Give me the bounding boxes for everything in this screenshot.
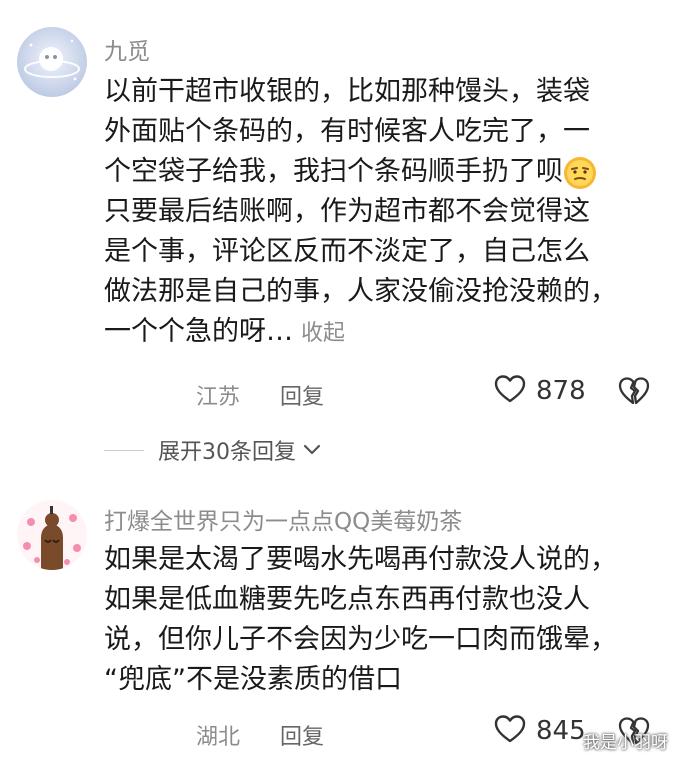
- broken-heart-icon: [618, 377, 650, 410]
- comment-line: 以前干超市收银的，比如那种馒头，装袋: [104, 76, 590, 107]
- comment-line: 如果是低血糖要先吃点东西再付款也没人: [104, 584, 590, 615]
- comment-line: 一个个急的呀… 收起: [104, 312, 649, 354]
- chevron-down-icon: [302, 443, 322, 457]
- username[interactable]: 九觅: [104, 32, 150, 66]
- avatar[interactable]: [17, 27, 87, 97]
- comment-line: “兜底”不是没素质的借口: [104, 664, 402, 695]
- comment-line: 如果是太渴了要喝水先喝再付款没人说的，: [104, 544, 617, 575]
- like-count: 845: [536, 716, 586, 746]
- comment-2: 打爆全世界只为一点点QQ美莓奶茶 如果是太渴了要喝水先喝再付款没人说的， 如果是…: [0, 470, 676, 763]
- comment-line-text: 一个个急的呀…: [104, 316, 293, 347]
- like-button[interactable]: 845: [494, 714, 586, 748]
- avatar[interactable]: [17, 500, 87, 570]
- location-label: 湖北: [196, 725, 241, 750]
- location-label: 江苏: [196, 385, 241, 410]
- comment-line: 只要最后结账啊，作为超市都不会觉得这: [104, 196, 590, 227]
- comment-body: 如果是太渴了要喝水先喝再付款没人说的， 如果是低血糖要先吃点东西再付款也没人 说…: [104, 540, 649, 700]
- comment-line: 说，但你儿子不会因为少吃一口肉而饿晕，: [104, 624, 617, 655]
- like-button[interactable]: 878: [494, 374, 586, 408]
- like-count: 878: [536, 376, 586, 406]
- reply-button[interactable]: 回复: [280, 379, 324, 411]
- comment-line: 外面贴个条码的，有时候客人吃完了，一: [104, 116, 590, 147]
- watermark: 我是小羽呀: [583, 733, 668, 753]
- comment-1: 九觅 以前干超市收银的，比如那种馒头，装袋 外面贴个条码的，有时候客人吃完了，一…: [0, 0, 676, 470]
- comment-line: 个空袋子给我，我扫个条码顺手扔了呗: [104, 152, 649, 192]
- comment-line: 做法那是自己的事，人家没偷没抢没赖的，: [104, 276, 617, 307]
- expand-replies-label: 展开30条回复: [158, 440, 296, 465]
- comment-body: 以前干超市收银的，比如那种馒头，装袋 外面贴个条码的，有时候客人吃完了，一 个空…: [104, 72, 649, 354]
- divider: [104, 449, 144, 451]
- heart-outline-icon: [494, 714, 526, 748]
- sly-face-emoji-icon: [563, 156, 597, 190]
- reply-button[interactable]: 回复: [280, 719, 324, 751]
- dislike-button[interactable]: [618, 376, 650, 410]
- heart-outline-icon: [494, 374, 526, 408]
- comment-line: 是个事，评论区反而不淡定了，自己怎么: [104, 236, 590, 267]
- username[interactable]: 打爆全世界只为一点点QQ美莓奶茶: [104, 502, 462, 536]
- collapse-link[interactable]: 收起: [301, 321, 345, 346]
- comment-line-text: 个空袋子给我，我扫个条码顺手扔了呗: [104, 156, 563, 187]
- expand-replies[interactable]: 展开30条回复: [104, 434, 322, 466]
